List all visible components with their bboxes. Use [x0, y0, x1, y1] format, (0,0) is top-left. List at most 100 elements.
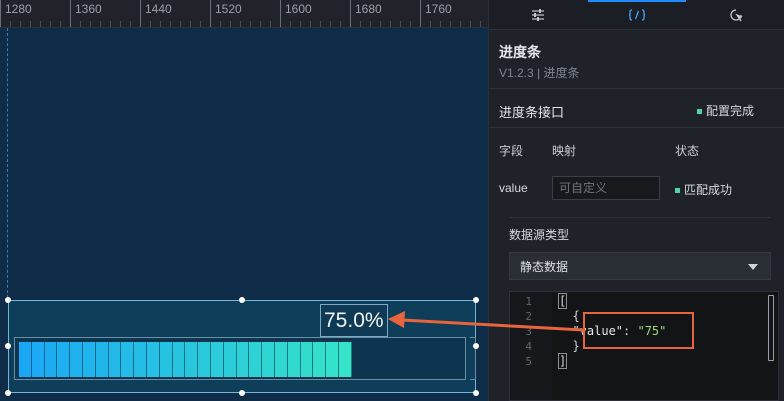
sliders-icon	[532, 8, 545, 21]
progress-segment	[262, 342, 275, 377]
component-title: 进度条	[499, 45, 541, 61]
status-dot	[696, 109, 702, 114]
annotation-highlight-box	[583, 312, 694, 349]
editor-canvas[interactable]: 75.0%	[0, 28, 488, 401]
ruler-minor-tick	[330, 21, 331, 27]
ruler-minor-tick	[440, 21, 441, 27]
line-number: 1	[525, 295, 532, 308]
progress-segment	[223, 342, 237, 377]
column-field: 字段	[499, 144, 524, 158]
progress-segment	[44, 342, 58, 377]
progress-track	[14, 337, 466, 380]
progress-segment	[95, 342, 109, 377]
ruler-minor-tick	[90, 21, 91, 27]
ruler-tick: 1680	[350, 0, 382, 27]
ruler-minor-tick	[480, 21, 481, 27]
ruler-minor-tick	[360, 21, 361, 27]
status-dot	[675, 188, 680, 193]
resize-handle[interactable]	[239, 297, 245, 303]
progress-segment	[210, 342, 224, 377]
chevron-down-icon	[748, 264, 758, 270]
tab-style[interactable]	[489, 0, 588, 29]
ruler-minor-tick	[370, 21, 371, 27]
ruler-minor-tick	[10, 21, 11, 27]
tab-interaction[interactable]	[686, 0, 784, 29]
resize-handle[interactable]	[5, 297, 11, 303]
percent-label: 75.0%	[320, 304, 388, 344]
progress-segment	[108, 342, 122, 377]
ruler-minor-tick	[60, 21, 61, 27]
resize-handle[interactable]	[239, 390, 245, 396]
editor-scrollbar[interactable]	[768, 295, 774, 361]
ruler-minor-tick	[310, 21, 311, 27]
ruler-minor-tick	[80, 21, 81, 27]
ruler-minor-tick	[120, 21, 121, 27]
ruler-minor-tick	[240, 21, 241, 27]
progress-segment	[172, 342, 186, 377]
code-line: ]	[558, 353, 568, 369]
mapping-input[interactable]	[552, 176, 660, 200]
interface-title: 进度条接口	[499, 106, 565, 121]
progress-segment	[249, 342, 263, 377]
ruler-minor-tick	[380, 21, 381, 27]
progress-segment	[134, 342, 147, 377]
ruler-minor-tick	[250, 21, 251, 27]
ruler-tick: 1600	[280, 0, 312, 27]
ruler-minor-tick	[30, 21, 31, 27]
ruler-minor-tick	[430, 21, 431, 27]
resize-handle[interactable]	[473, 390, 479, 396]
progress-segment	[198, 342, 211, 377]
code-line: {	[558, 309, 580, 323]
ruler-minor-tick	[230, 21, 231, 27]
line-number: 5	[525, 355, 532, 368]
ruler-minor-tick	[290, 21, 291, 27]
ruler-minor-tick	[190, 21, 191, 27]
match-status: 匹配成功	[675, 181, 732, 198]
ruler-minor-tick	[100, 21, 101, 27]
code-icon	[628, 8, 646, 21]
column-status: 状态	[675, 144, 700, 158]
progress-segment	[57, 342, 71, 377]
progress-segment	[185, 342, 199, 377]
progress-segment	[300, 342, 314, 377]
ruler-minor-tick	[220, 21, 221, 27]
progress-segment	[121, 342, 135, 377]
ruler-minor-tick	[320, 21, 321, 27]
progress-fill	[19, 342, 352, 377]
data-source-value: 静态数据	[520, 259, 569, 274]
resize-handle[interactable]	[5, 343, 11, 349]
progress-bar-widget[interactable]: 75.0%	[8, 300, 476, 393]
ruler-minor-tick	[110, 21, 111, 27]
ruler-minor-tick	[400, 21, 401, 27]
progress-segment	[313, 342, 327, 377]
tab-data[interactable]	[587, 0, 687, 29]
data-source-select[interactable]: 静态数据	[509, 252, 771, 280]
ruler-minor-tick	[450, 21, 451, 27]
ruler-tick: 1360	[70, 0, 102, 27]
ruler-tick: 1520	[210, 0, 242, 27]
ruler-minor-tick	[470, 21, 471, 27]
divider	[509, 217, 771, 218]
line-number: 3	[525, 325, 532, 338]
line-number: 4	[525, 340, 532, 353]
ruler-minor-tick	[410, 21, 411, 27]
alignment-guide	[7, 28, 8, 298]
divider	[489, 88, 784, 89]
horizontal-ruler: 1280 1360 1440 1520 1600 1680 1760	[0, 0, 488, 28]
progress-segment	[274, 342, 288, 377]
progress-segment	[146, 342, 160, 377]
field-value-label: value	[499, 181, 528, 195]
ruler-minor-tick	[170, 21, 171, 27]
ruler-minor-tick	[200, 21, 201, 27]
panel-tabs	[489, 0, 784, 30]
data-source-label: 数据源类型	[509, 228, 570, 242]
column-mapping: 映射	[552, 144, 577, 158]
code-line: }	[558, 339, 580, 353]
ruler-minor-tick	[130, 21, 131, 27]
ruler-minor-tick	[150, 21, 151, 27]
resize-handle[interactable]	[5, 390, 11, 396]
ruler-tick: 1280	[0, 0, 32, 27]
ruler-tick: 1760	[420, 0, 452, 27]
resize-handle[interactable]	[473, 297, 479, 303]
resize-handle[interactable]	[473, 343, 479, 349]
